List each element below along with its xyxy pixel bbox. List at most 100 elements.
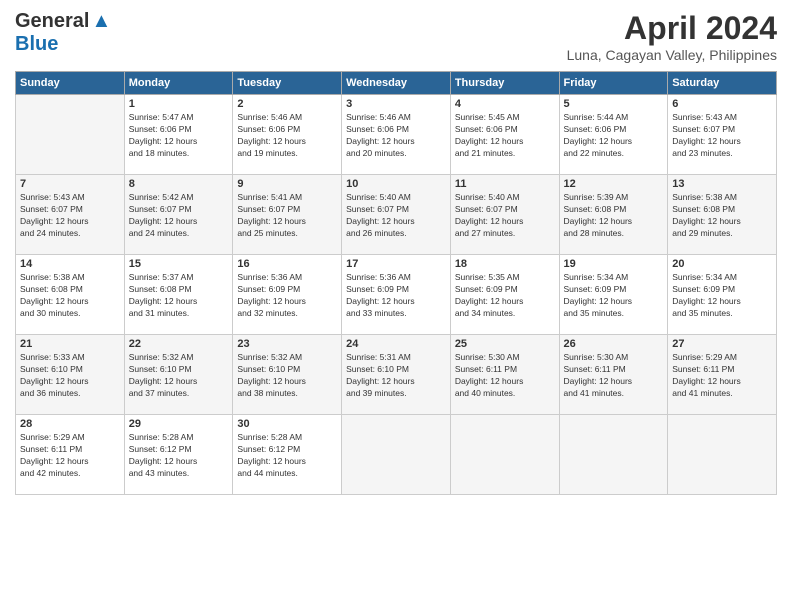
title-section: April 2024 Luna, Cagayan Valley, Philipp…	[567, 10, 777, 63]
page-container: General ▲ Blue April 2024 Luna, Cagayan …	[0, 0, 792, 505]
table-row: 27 Sunrise: 5:29 AM Sunset: 6:11 PM Dayli…	[668, 335, 777, 415]
day-info: Sunrise: 5:46 AM Sunset: 6:06 PM Dayligh…	[346, 112, 446, 160]
day-info: Sunrise: 5:38 AM Sunset: 6:08 PM Dayligh…	[20, 272, 120, 320]
day-info: Sunrise: 5:29 AM Sunset: 6:11 PM Dayligh…	[672, 352, 772, 400]
day-info: Sunrise: 5:43 AM Sunset: 6:07 PM Dayligh…	[20, 192, 120, 240]
table-row: 10 Sunrise: 5:40 AM Sunset: 6:07 PM Dayli…	[342, 175, 451, 255]
day-info: Sunrise: 5:34 AM Sunset: 6:09 PM Dayligh…	[672, 272, 772, 320]
table-row: 26Sunrise: 5:30 AM Sunset: 6:11 PM Dayli…	[559, 335, 668, 415]
day-number: 17	[346, 258, 446, 270]
day-info: Sunrise: 5:43 AM Sunset: 6:07 PM Dayligh…	[672, 112, 772, 160]
col-saturday: Saturday	[668, 72, 777, 95]
day-info: Sunrise: 5:29 AM Sunset: 6:11 PM Dayligh…	[20, 432, 120, 480]
day-info: Sunrise: 5:34 AM Sunset: 6:09 PM Dayligh…	[564, 272, 664, 320]
header: General ▲ Blue April 2024 Luna, Cagayan …	[15, 10, 777, 63]
table-row: 20 Sunrise: 5:34 AM Sunset: 6:09 PM Dayli…	[668, 255, 777, 335]
day-info: Sunrise: 5:37 AM Sunset: 6:08 PM Dayligh…	[129, 272, 229, 320]
day-number: 5	[564, 98, 664, 110]
day-number: 12	[564, 178, 664, 190]
day-number: 7	[20, 178, 120, 190]
day-number: 8	[129, 178, 229, 190]
day-number: 21	[20, 338, 120, 350]
table-row: 29 Sunrise: 5:28 AM Sunset: 6:12 PM Dayli…	[124, 415, 233, 495]
table-row: 2 Sunrise: 5:46 AM Sunset: 6:06 PM Daylig…	[233, 95, 342, 175]
table-row: 6 Sunrise: 5:43 AM Sunset: 6:07 PM Daylig…	[668, 95, 777, 175]
day-number: 13	[672, 178, 772, 190]
day-number: 10	[346, 178, 446, 190]
table-row: 17 Sunrise: 5:36 AM Sunset: 6:09 PM Dayli…	[342, 255, 451, 335]
calendar-table: Sunday Monday Tuesday Wednesday Thursday…	[15, 71, 777, 495]
day-info: Sunrise: 5:38 AM Sunset: 6:08 PM Dayligh…	[672, 192, 772, 240]
table-row: 13 Sunrise: 5:38 AM Sunset: 6:08 PM Dayli…	[668, 175, 777, 255]
day-info: Sunrise: 5:44 AM Sunset: 6:06 PM Dayligh…	[564, 112, 664, 160]
day-info: Sunrise: 5:42 AM Sunset: 6:07 PM Dayligh…	[129, 192, 229, 240]
day-number: 19	[564, 258, 664, 270]
day-info: Sunrise: 5:33 AM Sunset: 6:10 PM Dayligh…	[20, 352, 120, 400]
table-row	[559, 415, 668, 495]
month-title: April 2024	[567, 10, 777, 47]
table-row: 5 Sunrise: 5:44 AM Sunset: 6:06 PM Daylig…	[559, 95, 668, 175]
table-row: 25 Sunrise: 5:30 AM Sunset: 6:11 PM Dayli…	[450, 335, 559, 415]
day-info: Sunrise: 5:40 AM Sunset: 6:07 PM Dayligh…	[455, 192, 555, 240]
table-row: 8 Sunrise: 5:42 AM Sunset: 6:07 PM Daylig…	[124, 175, 233, 255]
day-number: 26	[564, 338, 664, 350]
table-row: 18 Sunrise: 5:35 AM Sunset: 6:09 PM Dayli…	[450, 255, 559, 335]
table-row: 30Sunrise: 5:28 AM Sunset: 6:12 PM Dayli…	[233, 415, 342, 495]
day-number: 18	[455, 258, 555, 270]
day-info: Sunrise: 5:28 AM Sunset: 6:12 PM Dayligh…	[237, 432, 337, 480]
day-number: 25	[455, 338, 555, 350]
table-row: 3Sunrise: 5:46 AM Sunset: 6:06 PM Daylig…	[342, 95, 451, 175]
table-row: 24Sunrise: 5:31 AM Sunset: 6:10 PM Dayli…	[342, 335, 451, 415]
logo: General ▲ Blue	[15, 10, 111, 56]
logo-blue: Blue	[15, 33, 58, 55]
day-info: Sunrise: 5:31 AM Sunset: 6:10 PM Dayligh…	[346, 352, 446, 400]
table-row: 23 Sunrise: 5:32 AM Sunset: 6:10 PM Dayli…	[233, 335, 342, 415]
calendar-week-2: 7 Sunrise: 5:43 AM Sunset: 6:07 PM Daylig…	[16, 175, 777, 255]
day-info: Sunrise: 5:46 AM Sunset: 6:06 PM Dayligh…	[237, 112, 337, 160]
col-tuesday: Tuesday	[233, 72, 342, 95]
day-number: 29	[129, 418, 229, 430]
table-row: 19 Sunrise: 5:34 AM Sunset: 6:09 PM Dayli…	[559, 255, 668, 335]
day-info: Sunrise: 5:35 AM Sunset: 6:09 PM Dayligh…	[455, 272, 555, 320]
day-number: 27	[672, 338, 772, 350]
day-info: Sunrise: 5:41 AM Sunset: 6:07 PM Dayligh…	[237, 192, 337, 240]
calendar-week-3: 14Sunrise: 5:38 AM Sunset: 6:08 PM Dayli…	[16, 255, 777, 335]
logo-bird-icon: ▲	[91, 10, 111, 33]
table-row: 28Sunrise: 5:29 AM Sunset: 6:11 PM Dayli…	[16, 415, 125, 495]
day-number: 22	[129, 338, 229, 350]
day-info: Sunrise: 5:30 AM Sunset: 6:11 PM Dayligh…	[455, 352, 555, 400]
day-info: Sunrise: 5:40 AM Sunset: 6:07 PM Dayligh…	[346, 192, 446, 240]
col-sunday: Sunday	[16, 72, 125, 95]
day-number: 15	[129, 258, 229, 270]
col-thursday: Thursday	[450, 72, 559, 95]
logo-general: General	[15, 10, 89, 33]
day-number: 11	[455, 178, 555, 190]
calendar-header-row: Sunday Monday Tuesday Wednesday Thursday…	[16, 72, 777, 95]
col-friday: Friday	[559, 72, 668, 95]
table-row: 4Sunrise: 5:45 AM Sunset: 6:06 PM Daylig…	[450, 95, 559, 175]
day-info: Sunrise: 5:32 AM Sunset: 6:10 PM Dayligh…	[237, 352, 337, 400]
subtitle: Luna, Cagayan Valley, Philippines	[567, 47, 777, 63]
day-number: 20	[672, 258, 772, 270]
day-number: 2	[237, 98, 337, 110]
table-row	[450, 415, 559, 495]
day-info: Sunrise: 5:36 AM Sunset: 6:09 PM Dayligh…	[237, 272, 337, 320]
day-number: 23	[237, 338, 337, 350]
day-number: 9	[237, 178, 337, 190]
table-row	[668, 415, 777, 495]
table-row: 11 Sunrise: 5:40 AM Sunset: 6:07 PM Dayli…	[450, 175, 559, 255]
table-row: 14Sunrise: 5:38 AM Sunset: 6:08 PM Dayli…	[16, 255, 125, 335]
day-number: 16	[237, 258, 337, 270]
table-row: 9 Sunrise: 5:41 AM Sunset: 6:07 PM Daylig…	[233, 175, 342, 255]
table-row: 21 Sunrise: 5:33 AM Sunset: 6:10 PM Dayli…	[16, 335, 125, 415]
day-info: Sunrise: 5:36 AM Sunset: 6:09 PM Dayligh…	[346, 272, 446, 320]
table-row: 1Sunrise: 5:47 AM Sunset: 6:06 PM Daylig…	[124, 95, 233, 175]
table-row: 16 Sunrise: 5:36 AM Sunset: 6:09 PM Dayli…	[233, 255, 342, 335]
day-info: Sunrise: 5:32 AM Sunset: 6:10 PM Dayligh…	[129, 352, 229, 400]
day-info: Sunrise: 5:47 AM Sunset: 6:06 PM Dayligh…	[129, 112, 229, 160]
col-monday: Monday	[124, 72, 233, 95]
table-row: 15 Sunrise: 5:37 AM Sunset: 6:08 PM Dayli…	[124, 255, 233, 335]
day-number: 6	[672, 98, 772, 110]
day-info: Sunrise: 5:28 AM Sunset: 6:12 PM Dayligh…	[129, 432, 229, 480]
table-row: 22 Sunrise: 5:32 AM Sunset: 6:10 PM Dayli…	[124, 335, 233, 415]
